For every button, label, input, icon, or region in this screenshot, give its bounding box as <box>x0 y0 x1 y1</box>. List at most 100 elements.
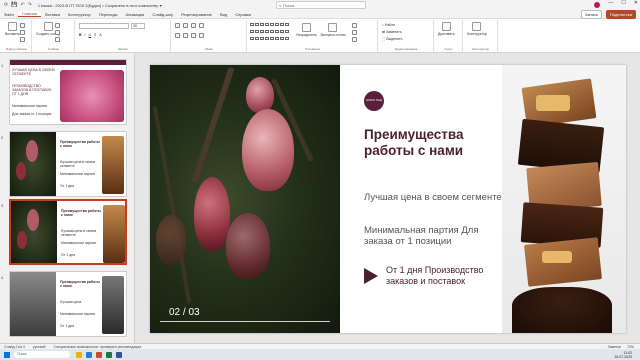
slide-thumbnail-3[interactable]: Преимущества работы с нами Лучшая цена в… <box>9 199 127 265</box>
slide-point-min-order[interactable]: Минимальная партия Для заказа от 1 позиц… <box>364 225 504 247</box>
indent-icon[interactable] <box>191 23 196 28</box>
shape-fill-icon[interactable] <box>352 23 357 28</box>
slide-editor-canvas: 02 / 03 ШОКО ЛАД Преимущества работы с н… <box>136 53 640 343</box>
font-size-select[interactable]: 30 <box>131 23 145 29</box>
line-spacing-icon[interactable] <box>199 23 204 28</box>
powerpoint-icon[interactable] <box>96 351 102 358</box>
shape-effects-icon[interactable] <box>352 37 357 42</box>
group-slides: Создать слайд Слайды <box>33 20 75 52</box>
group-label: Буфер обмена <box>6 47 27 51</box>
replace-button[interactable]: ⇄ Заменить <box>382 30 402 34</box>
tab-review[interactable]: Рецензирование <box>177 12 216 17</box>
taskbar-search[interactable]: Поиск <box>14 351 70 358</box>
find-button[interactable]: ⌕ Найти <box>382 23 395 27</box>
thumb-number: 4 <box>1 275 4 280</box>
slide-thumbnail-pane[interactable]: 1 ЛУЧШАЯ ЦЕНА В СВОЕМ СЕГМЕНТЕ ПРОИЗВОДС… <box>0 53 135 343</box>
thumb-photo <box>11 201 57 263</box>
save-icon[interactable]: 💾 <box>11 2 17 8</box>
align-left-icon[interactable] <box>175 33 180 38</box>
slide-title[interactable]: Преимущества работы с нами <box>364 127 504 159</box>
shapes-gallery[interactable] <box>250 23 290 43</box>
word-icon[interactable] <box>116 351 122 358</box>
cacao-pod <box>226 213 270 279</box>
notes-button[interactable]: Заметки <box>608 345 621 349</box>
tab-help[interactable]: Справка <box>231 12 255 17</box>
cacao-photo[interactable]: 02 / 03 <box>150 65 340 333</box>
numbering-icon[interactable] <box>183 23 188 28</box>
tab-home[interactable]: Главная <box>17 11 42 17</box>
redo-icon[interactable]: ↷ <box>28 2 32 8</box>
group-label: Слайды <box>47 47 60 51</box>
file-explorer-icon[interactable] <box>76 351 82 358</box>
tab-animations[interactable]: Анимация <box>122 12 149 17</box>
thumb-factory-image <box>10 272 56 336</box>
select-icon: ⬚ <box>382 37 386 41</box>
shape-outline-icon[interactable] <box>352 30 357 35</box>
tab-transitions[interactable]: Переходы <box>95 12 122 17</box>
ribbon: Вставить Буфер обмена Создать слайд Слай… <box>0 19 640 53</box>
autosave-icon[interactable]: ⟳ <box>4 2 8 8</box>
font-color-icon[interactable]: A <box>99 33 101 37</box>
thumb-line: ПРОИЗВОДСТВО ЗАКАЗОВ И ПОСТАВОК ОТ 1 ДНЯ <box>12 84 52 96</box>
select-button[interactable]: ⬚ Выделить <box>382 37 402 41</box>
section-icon[interactable] <box>55 37 60 42</box>
browser-icon[interactable] <box>86 351 92 358</box>
chocolate-photo[interactable] <box>502 65 626 333</box>
minimize-button[interactable]: — <box>608 0 613 6</box>
group-drawing: Упорядочить Экспресс-стили Рисование <box>248 20 378 52</box>
chocolate-pool <box>512 287 612 333</box>
paste-button[interactable]: Вставить <box>5 22 20 36</box>
close-button[interactable]: ✕ <box>634 0 638 6</box>
thumb-machine-image <box>102 276 124 334</box>
search-input[interactable]: ⌕ Поиск <box>276 1 366 9</box>
format-painter-icon[interactable] <box>20 37 25 42</box>
cut-icon[interactable] <box>20 23 25 28</box>
group-label: Голос <box>444 47 453 51</box>
slide-thumbnail-4[interactable]: Преимущества работы с нами Лучшая цена М… <box>9 271 127 337</box>
bold-icon[interactable]: B <box>79 33 82 37</box>
layout-icon[interactable] <box>55 23 60 28</box>
current-slide[interactable]: 02 / 03 ШОКО ЛАД Преимущества работы с н… <box>150 65 626 333</box>
slide-counter: Слайд 2 из 4 <box>4 344 25 349</box>
share-button[interactable]: Поделиться <box>605 9 636 19</box>
undo-icon[interactable]: ↶ <box>20 2 24 8</box>
justify-icon[interactable] <box>199 33 204 38</box>
start-icon[interactable] <box>4 351 10 358</box>
excel-icon[interactable] <box>106 351 112 358</box>
slide-point-price[interactable]: Лучшая цена в своем сегменте <box>364 192 504 203</box>
zoom-level[interactable]: 73% <box>627 345 634 349</box>
quick-styles-button[interactable]: Экспресс-стили <box>320 23 346 37</box>
group-label: Конструктор <box>471 47 490 51</box>
designer-button[interactable]: Конструктор <box>467 22 487 36</box>
tab-file[interactable]: Файл <box>0 12 18 17</box>
reset-icon[interactable] <box>55 30 60 35</box>
align-center-icon[interactable] <box>183 33 188 38</box>
strikethrough-icon[interactable]: S <box>94 33 96 37</box>
slide-thumbnail-1[interactable]: ЛУЧШАЯ ЦЕНА В СВОЕМ СЕГМЕНТЕ ПРОИЗВОДСТВ… <box>9 59 127 125</box>
clock-date: 24.07.2023 <box>614 354 632 359</box>
underline-icon[interactable]: U <box>89 33 92 37</box>
avatar[interactable] <box>594 2 600 8</box>
tab-view[interactable]: Вид <box>216 12 231 17</box>
tab-insert[interactable]: Вставка <box>41 12 64 17</box>
group-label: Абзац <box>204 47 214 51</box>
thumb-chocolate-image <box>102 136 124 194</box>
italic-icon[interactable]: I <box>85 33 86 37</box>
thumb-photo <box>10 132 56 196</box>
language-indicator[interactable]: русский <box>33 345 46 349</box>
tab-slideshow[interactable]: Слайд-шоу <box>148 12 177 17</box>
copy-icon[interactable] <box>20 30 25 35</box>
align-right-icon[interactable] <box>191 33 196 38</box>
clock[interactable]: 11:02 24.07.2023 <box>614 351 632 359</box>
accessibility-status[interactable]: Специальные возможности: проверьте реком… <box>53 345 141 349</box>
slide-point-delivery[interactable]: От 1 дня Производство заказов и поставок <box>386 265 506 287</box>
dictate-button[interactable]: Диктовать <box>438 22 455 36</box>
slide-thumbnail-2[interactable]: Преимущества работы с нами Лучшая цена в… <box>9 131 127 197</box>
bullets-icon[interactable] <box>175 23 180 28</box>
taskbar-apps <box>76 351 122 358</box>
arrange-button[interactable]: Упорядочить <box>296 23 317 37</box>
maximize-button[interactable]: ☐ <box>621 0 625 6</box>
tab-design[interactable]: Конструктор <box>64 12 95 17</box>
font-name-select[interactable] <box>79 23 129 29</box>
record-button[interactable]: Запись <box>580 9 602 19</box>
